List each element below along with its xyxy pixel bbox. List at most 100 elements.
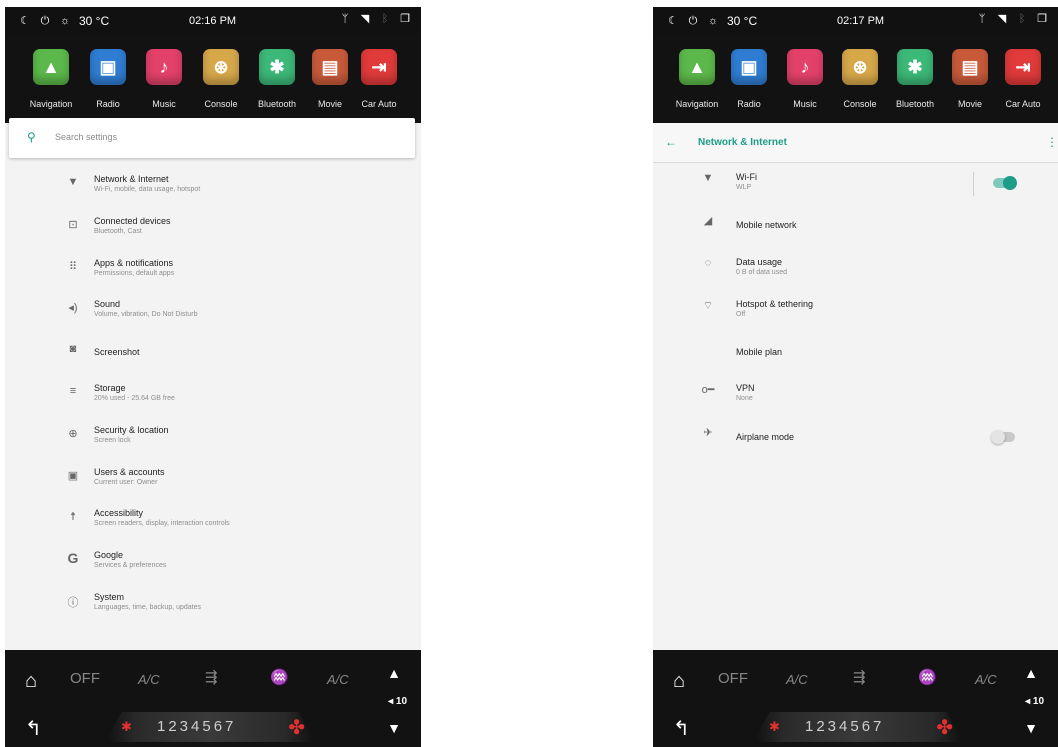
air-vent-icon[interactable]: ⇶ xyxy=(853,668,866,686)
setting-subtitle: Permissions, default apps xyxy=(94,269,175,277)
app-car-auto[interactable]: ⇥ Car Auto xyxy=(995,49,1051,109)
setting-title: VPN xyxy=(736,383,755,394)
fan-speed-slider[interactable]: ✱ 1234567 ✤ xyxy=(105,712,315,742)
app-navigation[interactable]: ▲ Navigation xyxy=(669,49,725,109)
arrow-down-icon[interactable]: ▼ xyxy=(1024,720,1038,736)
app-bluetooth[interactable]: ✱ Bluetooth xyxy=(249,49,305,109)
app-label: Movie xyxy=(317,99,342,109)
film-icon: ▤ xyxy=(312,49,348,85)
wifi-icon: ▼ xyxy=(702,172,714,184)
airplane-mode-toggle[interactable] xyxy=(991,429,1015,444)
volume-icon: ◂) xyxy=(68,302,78,315)
bluetooth-icon: ✱ xyxy=(259,49,295,85)
navigation-arrow-icon: ▲ xyxy=(679,49,715,85)
app-movie[interactable]: ▤ Movie xyxy=(942,49,998,109)
navigation-arrow-icon: ▲ xyxy=(33,49,69,85)
page-header: ← Network & Internet ⋮ xyxy=(653,123,1058,163)
ac-auto-button[interactable]: A/C xyxy=(975,672,997,687)
hotspot-icon: ⌔ xyxy=(702,299,714,312)
fan-small-icon: ✱ xyxy=(769,719,780,734)
fan-speed-slider[interactable]: ✱ 1234567 ✤ xyxy=(753,712,963,742)
temperature-readout: 30 °C xyxy=(79,14,110,28)
radio-icon: ▣ xyxy=(90,49,126,85)
setting-vpn[interactable]: o━ VPN None xyxy=(653,375,1058,417)
setting-storage[interactable]: ≡ Storage 20% used - 25.64 GB free xyxy=(5,379,421,421)
brightness-icon[interactable]: ☼ xyxy=(59,15,71,27)
wifi-status-icon: ◥ xyxy=(997,13,1007,25)
app-navigation[interactable]: ▲ Navigation xyxy=(23,49,79,109)
back-arrow-icon[interactable]: ← xyxy=(665,135,677,149)
app-radio[interactable]: ▣ Radio xyxy=(80,49,136,109)
steering-wheel-icon: ⊛ xyxy=(842,49,878,85)
setting-subtitle: Screen readers, display, interaction con… xyxy=(94,520,230,528)
ac-button[interactable]: A/C xyxy=(786,672,808,687)
setting-mobile-network[interactable]: ◢ Mobile network xyxy=(653,206,1058,248)
vpn-key-icon: o━ xyxy=(701,384,715,397)
setting-hotspot-tethering[interactable]: ⌔ Hotspot & tethering Off xyxy=(653,291,1058,333)
setting-network-internet[interactable]: ▼ Network & Internet Wi-Fi, mobile, data… xyxy=(5,170,421,212)
fan-large-icon: ✤ xyxy=(936,717,953,739)
app-console[interactable]: ⊛ Console xyxy=(193,49,249,109)
setting-subtitle: Screen lock xyxy=(94,436,131,444)
setting-accessibility[interactable]: ☨ Accessibility Screen readers, display,… xyxy=(5,504,421,546)
setting-title: Google xyxy=(94,550,124,561)
back-arrow-icon[interactable]: ↰ xyxy=(673,716,690,741)
setting-airplane-mode[interactable]: ✈ Airplane mode xyxy=(653,418,1058,460)
bluetooth-icon: ✱ xyxy=(897,49,933,85)
setting-sound[interactable]: ◂) Sound Volume, vibration, Do Not Distu… xyxy=(5,295,421,337)
defrost-icon[interactable]: ♒ xyxy=(918,668,937,686)
app-radio[interactable]: ▣ Radio xyxy=(721,49,777,109)
airplane-icon: ✈ xyxy=(703,426,713,439)
power-icon[interactable]: ⏻ xyxy=(687,15,699,27)
setting-system[interactable]: ⓘ System Languages, time, backup, update… xyxy=(5,588,421,630)
music-note-icon: ♪ xyxy=(787,49,823,85)
back-arrow-icon[interactable]: ↰ xyxy=(25,716,42,741)
app-console[interactable]: ⊛ Console xyxy=(832,49,888,109)
air-vent-icon[interactable]: ⇶ xyxy=(205,668,218,686)
app-car-auto[interactable]: ⇥ Car Auto xyxy=(351,49,407,109)
setting-subtitle: Bluetooth, Cast xyxy=(94,227,142,235)
setting-apps-notifications[interactable]: ⠿ Apps & notifications Permissions, defa… xyxy=(5,254,421,296)
google-icon: G xyxy=(67,550,79,567)
app-bluetooth[interactable]: ✱ Bluetooth xyxy=(887,49,943,109)
setting-data-usage[interactable]: ◌ Data usage 0 B of data used xyxy=(653,249,1058,291)
car-auto-icon: ⇥ xyxy=(1005,49,1041,85)
arrow-up-icon[interactable]: ▲ xyxy=(1024,665,1038,681)
setting-subtitle: 0 B of data used xyxy=(736,268,787,276)
app-music[interactable]: ♪ Music xyxy=(136,49,192,109)
setting-title: Apps & notifications xyxy=(94,257,174,268)
power-icon[interactable]: ⏻ xyxy=(39,15,51,27)
climate-off-button[interactable]: OFF xyxy=(70,670,100,687)
accessibility-icon: ☨ xyxy=(70,511,76,524)
setting-users-accounts[interactable]: ▣ Users & accounts Current user: Owner xyxy=(5,463,421,505)
brightness-icon[interactable]: ☼ xyxy=(707,15,719,27)
search-settings-input[interactable]: ⚲ Search settings xyxy=(9,118,415,158)
clock: 02:16 PM xyxy=(189,15,237,27)
home-icon[interactable]: ⌂ xyxy=(673,670,685,693)
app-movie[interactable]: ▤ Movie xyxy=(302,49,358,109)
arrow-down-icon[interactable]: ▼ xyxy=(387,720,401,736)
usb-icon: ᛘ xyxy=(341,13,349,25)
setting-wifi[interactable]: ▼ Wi-Fi WLP xyxy=(653,164,1058,206)
ac-auto-button[interactable]: A/C xyxy=(327,672,349,687)
network-internet-screen: ☾ ⏻ ☼ 30 °C 02:17 PM ᛘ ◥ ᛒ ❐ ▲ Navigatio… xyxy=(653,7,1058,747)
more-options-icon[interactable]: ⋮ xyxy=(1046,135,1058,149)
home-icon[interactable]: ⌂ xyxy=(25,670,37,693)
recent-apps-icon[interactable]: ❐ xyxy=(399,13,411,25)
status-bar: ☾ ⏻ ☼ 30 °C 02:17 PM ᛘ ◥ ᛒ ❐ xyxy=(653,7,1058,35)
night-mode-icon: ☾ xyxy=(20,15,30,27)
arrow-up-icon[interactable]: ▲ xyxy=(387,665,401,681)
ac-button[interactable]: A/C xyxy=(138,672,160,687)
setting-connected-devices[interactable]: ⊡ Connected devices Bluetooth, Cast xyxy=(5,212,421,254)
app-label: Music xyxy=(152,99,176,109)
wifi-toggle[interactable] xyxy=(993,176,1017,190)
recent-apps-icon[interactable]: ❐ xyxy=(1036,13,1048,25)
setting-security-location[interactable]: ⊕ Security & location Screen lock xyxy=(5,421,421,463)
setting-google[interactable]: G Google Services & preferences xyxy=(5,546,421,588)
setting-mobile-plan[interactable]: Mobile plan xyxy=(653,333,1058,375)
defrost-icon[interactable]: ♒ xyxy=(270,668,289,686)
climate-off-button[interactable]: OFF xyxy=(718,670,748,687)
app-music[interactable]: ♪ Music xyxy=(777,49,833,109)
setting-screenshot[interactable]: ◙ Screenshot xyxy=(5,337,421,379)
settings-screen: ☾ ⏻ ☼ 30 °C 02:16 PM ᛘ ◥ ᛒ ❐ ▲ Navigatio… xyxy=(5,7,421,747)
